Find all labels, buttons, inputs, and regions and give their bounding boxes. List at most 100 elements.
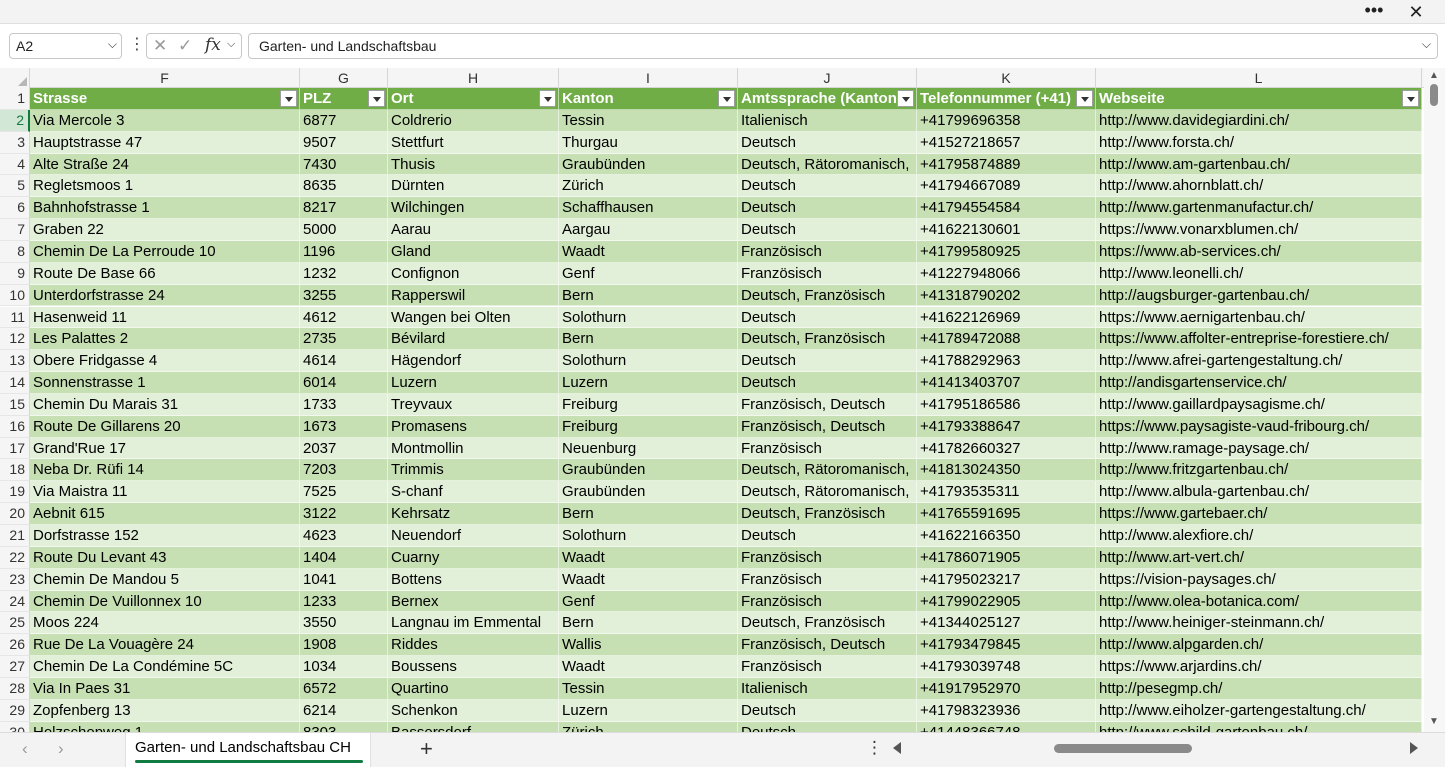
- header-cell[interactable]: Ort: [388, 88, 559, 110]
- cell-plz[interactable]: 7203: [300, 459, 388, 482]
- cell-telefon[interactable]: +41622130601: [917, 219, 1096, 241]
- cell-amtssprache[interactable]: Französisch: [738, 590, 917, 613]
- cell-plz[interactable]: 2735: [300, 328, 388, 351]
- cell-strasse[interactable]: Chemin De Vuillonnex 10: [30, 590, 300, 613]
- row-number[interactable]: 5: [0, 175, 30, 198]
- column-header[interactable]: G: [300, 68, 388, 88]
- cell-plz[interactable]: 1196: [300, 240, 388, 263]
- add-sheet-icon[interactable]: +: [420, 736, 433, 762]
- cell-telefon[interactable]: +41788292963: [917, 350, 1096, 373]
- cell-kanton[interactable]: Bern: [559, 612, 738, 635]
- cell-strasse[interactable]: Hasenweid 11: [30, 306, 300, 329]
- cell-kanton[interactable]: Neuenburg: [559, 437, 738, 460]
- filter-dropdown-icon[interactable]: [368, 90, 385, 107]
- cell-amtssprache[interactable]: Deutsch, Rätoromanisch,: [738, 481, 917, 504]
- cell-amtssprache[interactable]: Deutsch: [738, 721, 917, 732]
- cell-kanton[interactable]: Graubünden: [559, 481, 738, 504]
- cell-webseite[interactable]: http://www.heiniger-steinmann.ch/: [1096, 612, 1422, 635]
- close-icon[interactable]: ✕: [1402, 0, 1430, 24]
- cell-telefon[interactable]: +41798323936: [917, 699, 1096, 722]
- cell-webseite[interactable]: http://www.alexfiore.ch/: [1096, 525, 1422, 547]
- cell-telefon[interactable]: +41527218657: [917, 131, 1096, 154]
- column-header[interactable]: F: [30, 68, 300, 88]
- cell-webseite[interactable]: http://www.gaillardpaysagisme.ch/: [1096, 393, 1422, 416]
- cancel-icon[interactable]: ✕: [153, 36, 167, 56]
- cell-webseite[interactable]: http://andisgartenservice.ch/: [1096, 372, 1422, 394]
- cell-strasse[interactable]: Sonnenstrasse 1: [30, 372, 300, 394]
- cell-telefon[interactable]: +41799580925: [917, 240, 1096, 263]
- cell-strasse[interactable]: Regletsmoos 1: [30, 175, 300, 198]
- cell-strasse[interactable]: Holzschopweg 1: [30, 721, 300, 732]
- cell-strasse[interactable]: Alte Straße 24: [30, 153, 300, 176]
- row-number[interactable]: 30: [0, 721, 30, 732]
- cell-strasse[interactable]: Route De Gillarens 20: [30, 415, 300, 438]
- cell-telefon[interactable]: +41793388647: [917, 415, 1096, 438]
- check-icon[interactable]: ✓: [178, 36, 192, 56]
- cell-ort[interactable]: Dürnten: [388, 175, 559, 198]
- cell-plz[interactable]: 5000: [300, 219, 388, 241]
- chevron-down-icon[interactable]: ⌵: [227, 38, 235, 51]
- row-number[interactable]: 3: [0, 131, 30, 154]
- cell-strasse[interactable]: Chemin De Mandou 5: [30, 568, 300, 591]
- cell-amtssprache[interactable]: Deutsch, Französisch: [738, 503, 917, 525]
- header-cell[interactable]: Strasse: [30, 88, 300, 110]
- cell-plz[interactable]: 4612: [300, 306, 388, 329]
- cell-amtssprache[interactable]: Deutsch, Rätoromanisch,: [738, 459, 917, 482]
- row-number[interactable]: 6: [0, 197, 30, 220]
- horizontal-scroll-thumb[interactable]: [1054, 744, 1192, 753]
- row-number[interactable]: 13: [0, 350, 30, 373]
- cell-kanton[interactable]: Thurgau: [559, 131, 738, 154]
- row-number[interactable]: 11: [0, 306, 30, 329]
- cell-amtssprache[interactable]: Deutsch, Französisch: [738, 328, 917, 351]
- cell-telefon[interactable]: +41813024350: [917, 459, 1096, 482]
- row-number[interactable]: 25: [0, 612, 30, 635]
- cell-telefon[interactable]: +41318790202: [917, 284, 1096, 307]
- filter-dropdown-icon[interactable]: [539, 90, 556, 107]
- cell-plz[interactable]: 6014: [300, 372, 388, 394]
- cell-plz[interactable]: 7430: [300, 153, 388, 176]
- cell-ort[interactable]: Aarau: [388, 219, 559, 241]
- cell-webseite[interactable]: https://www.ab-services.ch/: [1096, 240, 1422, 263]
- row-number[interactable]: 16: [0, 415, 30, 438]
- cell-kanton[interactable]: Freiburg: [559, 415, 738, 438]
- column-header[interactable]: H: [388, 68, 559, 88]
- insert-function-icon[interactable]: fx: [205, 35, 221, 55]
- row-number[interactable]: 18: [0, 459, 30, 482]
- cell-telefon[interactable]: +41794667089: [917, 175, 1096, 198]
- cell-ort[interactable]: Boussens: [388, 656, 559, 678]
- cell-telefon[interactable]: +41799696358: [917, 109, 1096, 132]
- cell-ort[interactable]: Rapperswil: [388, 284, 559, 307]
- cell-amtssprache[interactable]: Französisch: [738, 437, 917, 460]
- filter-dropdown-icon[interactable]: [718, 90, 735, 107]
- cell-kanton[interactable]: Tessin: [559, 677, 738, 700]
- cell-webseite[interactable]: http://augsburger-gartenbau.ch/: [1096, 284, 1422, 307]
- cell-ort[interactable]: Wangen bei Olten: [388, 306, 559, 329]
- cell-plz[interactable]: 6572: [300, 677, 388, 700]
- filter-dropdown-icon[interactable]: [897, 90, 914, 107]
- cell-amtssprache[interactable]: Deutsch: [738, 197, 917, 220]
- cell-webseite[interactable]: http://pesegmp.ch/: [1096, 677, 1422, 700]
- cell-ort[interactable]: Langnau im Emmental: [388, 612, 559, 635]
- cell-webseite[interactable]: http://www.fritzgartenbau.ch/: [1096, 459, 1422, 482]
- cell-ort[interactable]: Trimmis: [388, 459, 559, 482]
- cell-telefon[interactable]: +41786071905: [917, 546, 1096, 569]
- cell-strasse[interactable]: Les Palattes 2: [30, 328, 300, 351]
- cell-plz[interactable]: 6877: [300, 109, 388, 132]
- cell-kanton[interactable]: Waadt: [559, 240, 738, 263]
- cell-plz[interactable]: 3255: [300, 284, 388, 307]
- cell-telefon[interactable]: +41795874889: [917, 153, 1096, 176]
- cell-amtssprache[interactable]: Französisch, Deutsch: [738, 393, 917, 416]
- cell-webseite[interactable]: http://www.schild-gartenbau.ch/: [1096, 721, 1422, 732]
- select-all-corner[interactable]: [0, 68, 30, 88]
- cell-kanton[interactable]: Solothurn: [559, 306, 738, 329]
- name-box[interactable]: A2 ⌵: [9, 33, 122, 59]
- cell-webseite[interactable]: http://www.olea-botanica.com/: [1096, 590, 1422, 613]
- vertical-ellipsis-icon[interactable]: ⋮: [866, 738, 883, 758]
- expand-formula-bar-icon[interactable]: ⌵: [1422, 37, 1431, 52]
- cell-strasse[interactable]: Via Maistra 11: [30, 481, 300, 504]
- cell-kanton[interactable]: Luzern: [559, 372, 738, 394]
- row-number[interactable]: 23: [0, 568, 30, 591]
- cell-webseite[interactable]: http://www.eiholzer-gartengestaltung.ch/: [1096, 699, 1422, 722]
- header-cell[interactable]: Amtssprache (Kanton): [738, 88, 917, 110]
- cell-ort[interactable]: Schenkon: [388, 699, 559, 722]
